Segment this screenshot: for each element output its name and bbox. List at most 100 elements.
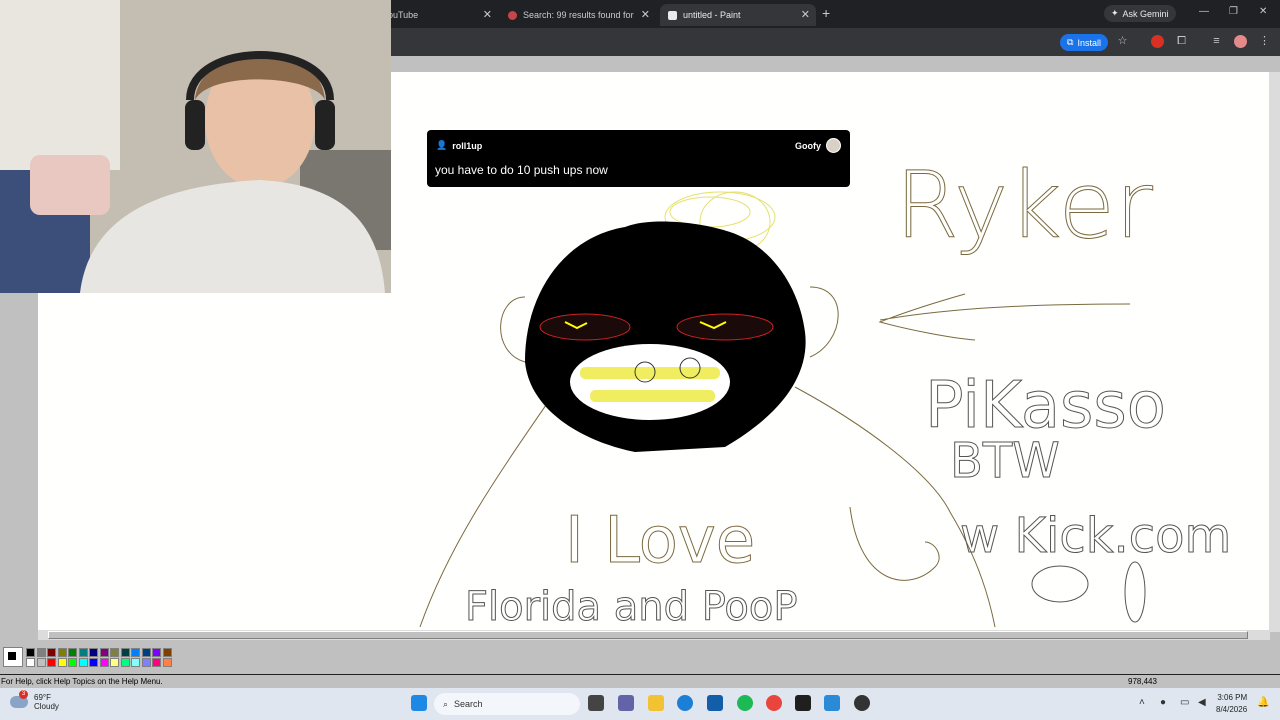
palette-swatch[interactable] [26, 658, 35, 667]
palette-swatch[interactable] [99, 648, 109, 657]
weather-alert-badge: 3 [19, 690, 28, 699]
palette-swatch[interactable] [120, 658, 130, 667]
webcam-image [0, 0, 391, 293]
palette-swatch[interactable] [131, 648, 140, 657]
teams-icon[interactable] [618, 695, 634, 711]
palette-swatch[interactable] [162, 658, 172, 667]
close-tab-icon[interactable]: ✕ [483, 8, 492, 21]
install-app-icon: ⧉ [1067, 37, 1074, 47]
palette-swatch[interactable] [141, 658, 151, 667]
status-help-text: For Help, click Help Topics on the Help … [1, 677, 163, 686]
restore-icon[interactable]: ❐ [1229, 6, 1238, 17]
palette-swatch[interactable] [89, 658, 98, 667]
palette-swatch[interactable] [36, 648, 46, 657]
drawing-text-ilove: I Love [565, 504, 755, 578]
app-icon[interactable] [795, 695, 811, 711]
palette-swatch[interactable] [47, 648, 56, 657]
right-ear [809, 286, 839, 358]
palette-swatch[interactable] [68, 658, 77, 667]
bomb-doodle [1031, 565, 1089, 603]
palette-swatch[interactable] [110, 658, 119, 667]
minimize-icon[interactable]: — [1199, 6, 1209, 17]
app-icon[interactable] [854, 695, 870, 711]
volume-icon[interactable]: ◀ [1198, 697, 1206, 708]
spotify-icon[interactable] [737, 695, 753, 711]
palette-swatch[interactable] [26, 648, 35, 657]
ask-gemini-button[interactable]: ✦ Ask Gemini [1104, 5, 1176, 22]
user-icon: 👤 [436, 140, 448, 150]
ask-gemini-label: Ask Gemini [1122, 8, 1169, 19]
edge-icon[interactable] [677, 695, 693, 711]
search-icon: ⌕ [443, 698, 449, 709]
drawing-text-btw: BTW [950, 433, 1060, 489]
profile-avatar-icon[interactable] [1234, 35, 1247, 48]
system-clock[interactable]: 3:06 PM 8/4/2026 [1216, 692, 1247, 716]
canvas-left-region[interactable] [38, 292, 390, 632]
gemini-sparkle-icon: ✦ [1111, 8, 1119, 18]
clock-time: 3:06 PM [1217, 693, 1248, 702]
app-icon[interactable] [824, 695, 840, 711]
right-eye [676, 313, 774, 341]
vertical-scrollbar[interactable] [1269, 72, 1280, 632]
close-window-icon[interactable]: ✕ [1259, 6, 1267, 17]
network-icon[interactable]: ▭ [1180, 697, 1189, 708]
palette-swatch[interactable] [78, 658, 88, 667]
microphone-icon[interactable]: ● [1160, 697, 1166, 708]
paint-status-bar: For Help, click Help Topics on the Help … [0, 675, 1280, 688]
weather-temp: 69°F [34, 693, 51, 702]
media-controls-icon[interactable]: ≡ [1210, 35, 1223, 48]
windows-start-icon[interactable] [411, 695, 427, 711]
tab-label: ouTube [388, 10, 419, 20]
palette-swatch[interactable] [57, 658, 67, 667]
palette-swatch[interactable] [99, 658, 109, 667]
install-button[interactable]: ⧉ Install [1060, 34, 1108, 51]
palette-swatch[interactable] [110, 648, 119, 657]
bookmark-star-icon[interactable]: ☆ [1116, 35, 1129, 48]
palette-swatch[interactable] [120, 648, 130, 657]
chat-alert-overlay: 👤 roll1up Goofy you have to do 10 push u… [427, 130, 850, 187]
smiley-doodle [849, 506, 940, 581]
chat-user: 👤 roll1up [436, 140, 482, 151]
close-tab-icon[interactable]: ✕ [801, 8, 810, 21]
drawing-text-ryker: Ryker [895, 152, 1153, 259]
palette-swatch[interactable] [36, 658, 46, 667]
palette-swatch[interactable] [89, 648, 98, 657]
taskbar-search[interactable]: ⌕ Search [434, 693, 580, 715]
weather-widget[interactable]: 3 69°F Cloudy [10, 690, 59, 711]
left-eye [539, 313, 631, 341]
palette-swatch[interactable] [162, 648, 172, 657]
new-tab-icon[interactable]: + [822, 5, 830, 21]
extension-record-icon[interactable] [1151, 35, 1164, 48]
task-view-icon[interactable] [588, 695, 604, 711]
horizontal-scrollbar[interactable] [38, 630, 1270, 640]
palette-swatch[interactable] [57, 648, 67, 657]
palette-swatch[interactable] [47, 658, 56, 667]
palette-swatch[interactable] [78, 648, 88, 657]
badge-avatar-icon [826, 138, 841, 153]
palette-swatch[interactable] [152, 648, 161, 657]
palette-swatch[interactable] [141, 648, 151, 657]
show-hidden-icons-icon[interactable]: ˄ [1139, 697, 1145, 708]
tab-search[interactable]: Search: 99 results found for "pr ✕ [500, 4, 656, 26]
tab-youtube[interactable]: ouTube ✕ [380, 4, 498, 26]
store-icon[interactable] [707, 695, 723, 711]
foreground-color [7, 651, 17, 661]
palette-swatch[interactable] [152, 658, 161, 667]
palette-swatch[interactable] [131, 658, 140, 667]
selected-colors[interactable] [3, 647, 23, 667]
windows-taskbar: 3 69°F Cloudy ⌕ Search ˄ ● ▭ ◀ 3:06 PM 8… [0, 688, 1280, 720]
chrome-icon[interactable] [766, 695, 782, 711]
color-palette [0, 644, 1280, 674]
extensions-puzzle-icon[interactable]: ⧠ [1175, 35, 1188, 48]
tab-paint[interactable]: untitled - Paint ✕ [660, 4, 816, 26]
notifications-bell-icon[interactable]: 🔔 [1257, 697, 1269, 708]
palette-swatch[interactable] [68, 648, 77, 657]
menu-kebab-icon[interactable]: ⋮ [1258, 35, 1271, 48]
feet-doodle [1124, 561, 1146, 623]
mouth-white [570, 344, 730, 420]
tab-label: Search: 99 results found for "pr [523, 10, 635, 20]
arrow-drawing [878, 293, 1131, 341]
file-explorer-icon[interactable] [648, 695, 664, 711]
close-tab-icon[interactable]: ✕ [641, 8, 650, 21]
scroll-thumb[interactable] [48, 631, 1248, 639]
